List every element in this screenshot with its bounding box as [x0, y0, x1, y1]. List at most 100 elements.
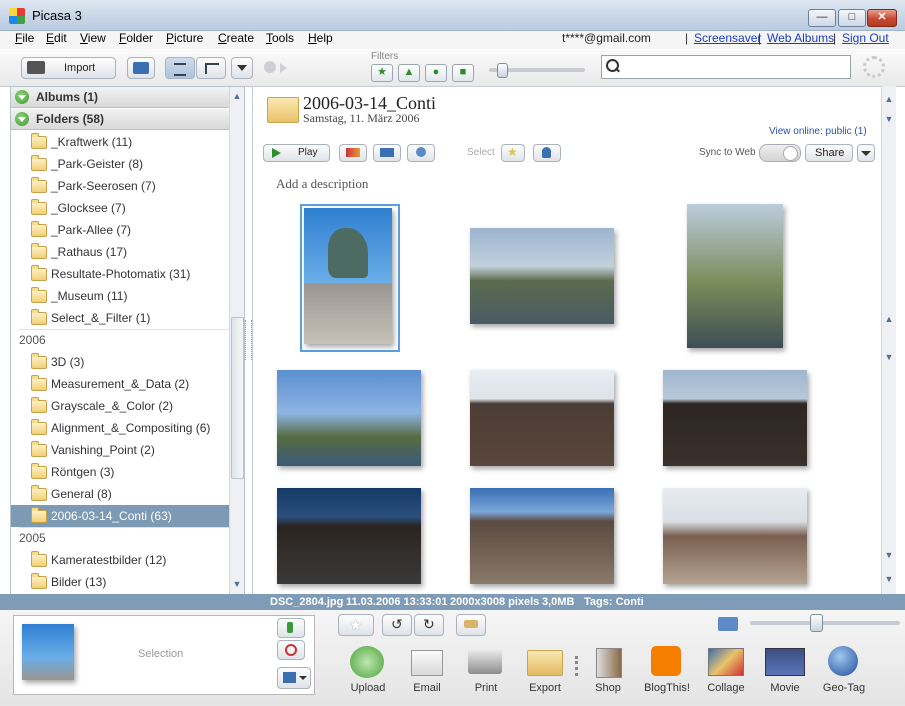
thumbnail[interactable] [663, 488, 807, 584]
thumbnail[interactable] [470, 488, 614, 584]
folder-item[interactable]: Vanishing_Point (2) [11, 439, 229, 461]
scroll-down-icon[interactable]: ▼ [882, 548, 896, 562]
menu-edit[interactable]: Edit [46, 31, 67, 45]
folder-item[interactable]: Kameratestbilder (12) [11, 549, 229, 571]
filter-starred[interactable]: ★ [371, 64, 393, 82]
print-button[interactable]: Print [454, 642, 518, 698]
sync-to-web-toggle[interactable] [759, 144, 801, 162]
collage-button[interactable]: Collage [694, 642, 758, 698]
menu-view[interactable]: View [80, 31, 106, 45]
hold-button[interactable] [277, 618, 305, 638]
view-menu-dropdown[interactable] [231, 57, 253, 79]
view-online-link[interactable]: View online: public (1) [769, 126, 867, 137]
edit-picture-button[interactable] [339, 144, 367, 162]
thumbnail[interactable] [470, 370, 614, 466]
tree-view-button[interactable] [196, 57, 226, 79]
web-albums-link[interactable]: Web Albums [767, 31, 834, 45]
folder-item[interactable]: Röntgen (3) [11, 461, 229, 483]
thumbnail[interactable] [277, 488, 421, 584]
search-input[interactable] [624, 57, 848, 77]
star-button[interactable]: ★ [338, 614, 374, 636]
select-people-button[interactable] [533, 144, 561, 162]
folder-item[interactable]: General (8) [11, 483, 229, 505]
collapse-toggle-icon[interactable] [15, 90, 29, 104]
scroll-down-icon[interactable]: ▼ [882, 112, 896, 126]
geotag-album-button[interactable] [407, 144, 435, 162]
upload-button[interactable]: Upload [336, 642, 400, 698]
email-button[interactable]: Email [395, 642, 459, 698]
filter-faces[interactable]: ● [425, 64, 447, 82]
scroll-up-icon[interactable]: ▲ [230, 89, 244, 103]
scrollbar-thumb[interactable] [231, 317, 244, 479]
folder-item[interactable]: Grayscale_&_Color (2) [11, 395, 229, 417]
panel-splitter[interactable] [245, 320, 252, 360]
album-options-dropdown[interactable] [857, 144, 875, 162]
albums-header[interactable]: Albums (1) [11, 87, 229, 108]
folder-item[interactable]: Bilder (13) [11, 571, 229, 593]
library-scrollbar[interactable]: ▲ ▼ ▲ ▼ ▼ ▼ [881, 86, 896, 594]
menu-folder[interactable]: Folder [119, 31, 153, 45]
folder-list-scrollbar[interactable]: ▲ ▼ [229, 87, 244, 595]
maximize-button[interactable]: □ [838, 9, 866, 27]
scroll-down-icon[interactable]: ▼ [230, 577, 244, 591]
select-starred-button[interactable]: ★ [501, 144, 525, 162]
clear-selection-button[interactable] [277, 640, 305, 660]
folder-item[interactable]: _Kraftwerk (11) [11, 131, 229, 153]
movie-button[interactable]: Movie [753, 642, 817, 698]
scroll-up-icon[interactable]: ▲ [882, 92, 896, 106]
scroll-end-icon[interactable]: ▼ [882, 572, 896, 586]
folders-header[interactable]: Folders (58) [11, 109, 229, 130]
filter-movies[interactable]: ■ [452, 64, 474, 82]
search-box[interactable] [601, 55, 851, 79]
folder-item[interactable]: _Glocksee (7) [11, 197, 229, 219]
thumbnail[interactable] [663, 370, 807, 466]
thumbnail[interactable] [687, 204, 783, 348]
folder-item[interactable]: _Museum (11) [11, 285, 229, 307]
thumbnail-size-slider[interactable] [750, 621, 900, 625]
scroll-down-icon[interactable]: ▼ [882, 350, 896, 364]
folder-item[interactable]: Select_&_Filter (1) [11, 307, 229, 329]
screensaver-link[interactable]: Screensaver [694, 31, 761, 45]
export-button[interactable]: Export [513, 642, 577, 698]
rotate-right-button[interactable]: ↻ [414, 614, 444, 636]
filter-uploaded[interactable]: ▲ [398, 64, 420, 82]
add-to-album-button[interactable] [127, 57, 155, 79]
folder-item[interactable]: _Park-Allee (7) [11, 219, 229, 241]
rotate-left-button[interactable]: ↺ [382, 614, 412, 636]
album-description[interactable]: Add a description [276, 176, 368, 192]
selection-thumbnail[interactable] [22, 624, 74, 680]
collapse-toggle-icon[interactable] [15, 112, 29, 126]
sign-out-link[interactable]: Sign Out [842, 31, 889, 45]
scroll-up-icon[interactable]: ▲ [882, 312, 896, 326]
tag-button[interactable] [456, 614, 486, 636]
thumbnail-selected[interactable] [300, 204, 400, 352]
folder-item[interactable]: _Park-Seerosen (7) [11, 175, 229, 197]
shop-button[interactable]: Shop [576, 642, 640, 698]
menu-picture[interactable]: Picture [166, 31, 203, 45]
menu-help[interactable]: Help [308, 31, 333, 45]
folder-item[interactable]: Alignment_&_Compositing (6) [11, 417, 229, 439]
add-to-album-dropdown[interactable] [277, 667, 311, 689]
folder-item[interactable]: 2006-03-14_Conti (63) [11, 505, 229, 527]
menu-create[interactable]: Create [218, 31, 254, 45]
close-button[interactable]: ✕ [867, 9, 897, 27]
thumbnail-size-handle[interactable] [809, 614, 823, 632]
minimize-button[interactable]: — [808, 9, 836, 27]
folder-item[interactable]: 3D (3) [11, 351, 229, 373]
blogthis-button[interactable]: BlogThis! [635, 642, 699, 698]
geotag-button[interactable]: Geo-Tag [812, 642, 876, 698]
date-slider-handle[interactable] [496, 63, 508, 78]
slideshow-button[interactable] [373, 144, 401, 162]
folder-item[interactable]: _Park-Geister (8) [11, 153, 229, 175]
menu-file[interactable]: File [15, 31, 34, 45]
list-view-button[interactable] [165, 57, 195, 79]
thumbnail[interactable] [470, 228, 614, 324]
thumbnail[interactable] [277, 370, 421, 466]
folder-item[interactable]: Measurement_&_Data (2) [11, 373, 229, 395]
folder-item[interactable]: _Rathaus (17) [11, 241, 229, 263]
import-button[interactable]: Import [21, 57, 116, 79]
menu-tools[interactable]: Tools [266, 31, 294, 45]
play-slideshow-button[interactable]: Play [263, 144, 330, 162]
folder-item[interactable]: Resultate-Photomatix (31) [11, 263, 229, 285]
share-button[interactable]: Share [805, 144, 853, 162]
